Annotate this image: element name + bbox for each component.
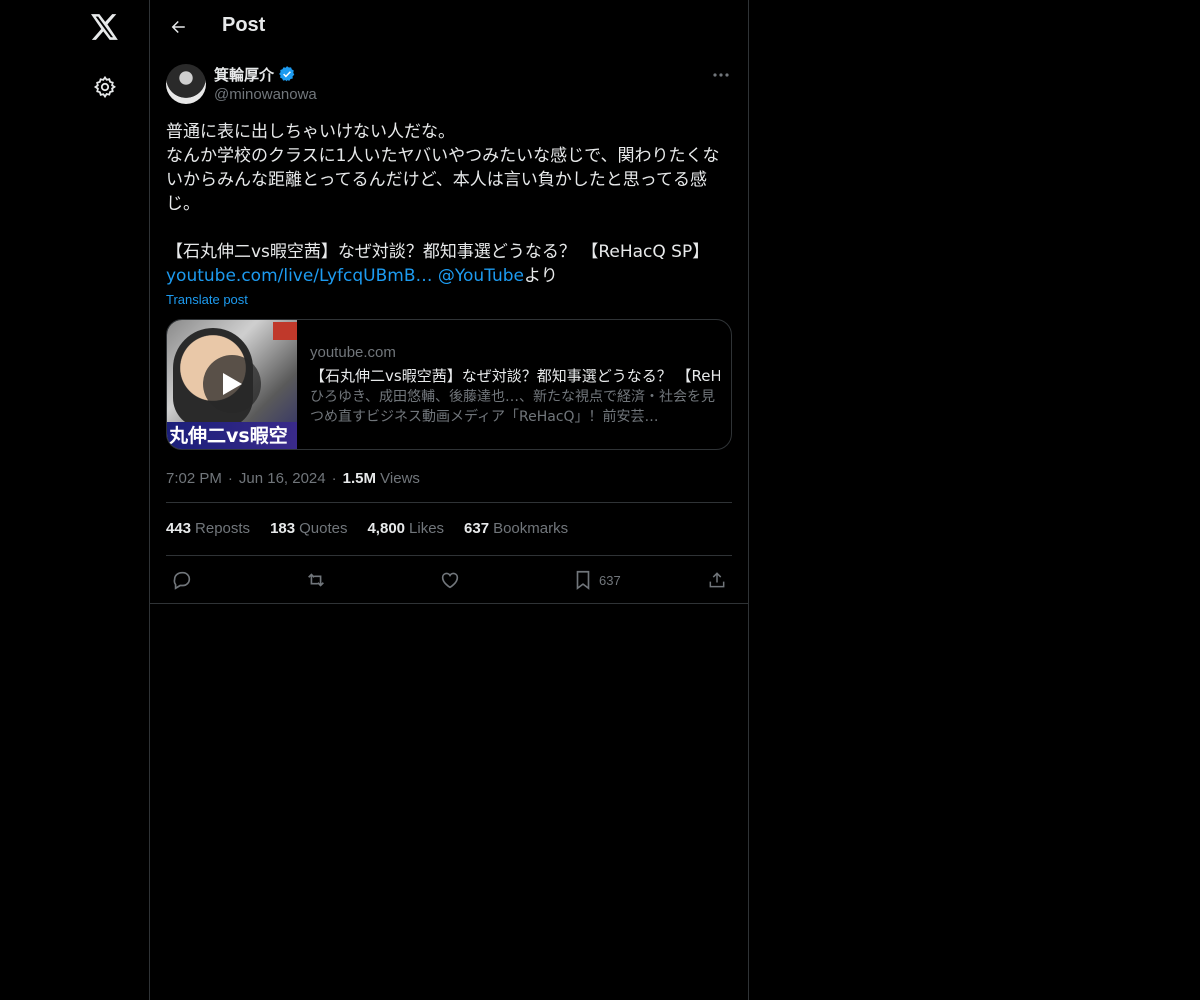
- main-column: Post 箕輪厚介 @minowanowa 普通に表に出しちゃいけない人だな。 …: [150, 0, 749, 1000]
- reposts-label: Reposts: [195, 520, 251, 537]
- card-domain: youtube.com: [310, 344, 396, 361]
- divider: [166, 555, 732, 556]
- post-header: Post: [150, 0, 748, 54]
- back-button[interactable]: [162, 11, 194, 43]
- post-time[interactable]: 7:02 PM: [166, 470, 222, 487]
- quotes-count: 183: [270, 520, 296, 537]
- thumbnail-tag: [273, 322, 297, 340]
- views-label: Views: [380, 469, 420, 487]
- like-button[interactable]: [439, 569, 461, 591]
- post-date[interactable]: Jun 16, 2024: [239, 470, 326, 487]
- card-description: ひろゆき、成田悠輔、後藤達也…、新たな視点で経済・社会を見つめ直すビジネス動画メ…: [310, 389, 716, 425]
- stat-likes[interactable]: 4,800 Likes: [367, 520, 444, 540]
- more-icon: [713, 73, 729, 77]
- repost-icon: [308, 573, 324, 587]
- share-button[interactable]: [707, 569, 727, 591]
- bookmark-button[interactable]: 637: [573, 569, 621, 591]
- author-display-name[interactable]: 箕輪厚介: [214, 64, 274, 85]
- reply-icon: [173, 571, 191, 590]
- author-block: 箕輪厚介 @minowanowa: [214, 64, 317, 103]
- card-thumbnail[interactable]: 丸伸二vs暇空: [167, 320, 297, 449]
- views-count: 1.5M: [342, 469, 376, 487]
- verified-badge-icon: [279, 66, 295, 82]
- meta-separator: ·: [331, 469, 337, 487]
- bookmark-icon: [576, 570, 590, 590]
- like-icon: [441, 572, 459, 589]
- post-text-line-2: なんか学校のクラスに1人いたヤバいやつみたいな感じで、関わりたくないからみんな距…: [166, 146, 720, 214]
- x-logo-icon[interactable]: [89, 11, 121, 43]
- likes-count: 4,800: [367, 520, 406, 537]
- card-text: youtube.com 【石丸伸二vs暇空茜】なぜ対談？都知事選どうなる？ 【R…: [310, 344, 720, 427]
- stat-quotes[interactable]: 183 Quotes: [270, 520, 347, 540]
- post-stats: 443 Reposts 183 Quotes 4,800 Likes 637 Bookm…: [166, 520, 568, 540]
- bookmark-action-count: 637: [599, 572, 621, 588]
- post-meta: 7:02 PM · Jun 16, 2024 · 1.5M Views: [166, 468, 420, 488]
- back-arrow-icon: [171, 21, 185, 33]
- reposts-count: 443: [166, 520, 192, 537]
- left-rail: [0, 0, 150, 1000]
- play-icon: [223, 373, 242, 395]
- quotes-label: Quotes: [299, 520, 348, 537]
- reply-button[interactable]: [171, 569, 193, 591]
- post-actions: 637: [166, 569, 732, 591]
- page-title: Post: [222, 14, 266, 36]
- youtube-link[interactable]: youtube.com/live/LyfcqUBmB…: [166, 266, 432, 286]
- author-handle[interactable]: @minowanowa: [214, 86, 317, 103]
- youtube-mention[interactable]: @YouTube: [438, 266, 524, 286]
- post-text-line-1: 普通に表に出しちゃいけない人だな。: [166, 122, 455, 142]
- meta-separator: ·: [227, 469, 233, 487]
- post-link-line: youtube.com/live/LyfcqUBmB… @YouTubeより: [166, 264, 726, 288]
- repost-button[interactable]: [304, 569, 328, 591]
- thumbnail-banner: 丸伸二vs暇空: [167, 422, 297, 449]
- stat-bookmarks[interactable]: 637 Bookmarks: [464, 520, 568, 540]
- link-card[interactable]: 丸伸二vs暇空 youtube.com 【石丸伸二vs暇空茜】なぜ対談？都知事選…: [166, 319, 732, 450]
- post-quote-title: 【石丸伸二vs暇空茜】なぜ対談？都知事選どうなる？ 【ReHacQ SP】: [166, 242, 710, 262]
- divider: [166, 502, 732, 503]
- link-suffix: より: [524, 266, 558, 286]
- post-bottom-border: [150, 603, 748, 604]
- translate-post-link[interactable]: Translate post: [166, 292, 248, 307]
- author-name[interactable]: 箕輪厚介: [214, 64, 296, 84]
- post-text: 普通に表に出しちゃいけない人だな。 なんか学校のクラスに1人いたヤバいやつみたい…: [166, 120, 726, 288]
- bookmarks-count: 637: [464, 520, 490, 537]
- likes-label: Likes: [409, 520, 445, 537]
- stat-reposts[interactable]: 443 Reposts: [166, 520, 250, 540]
- card-title: 【石丸伸二vs暇空茜】なぜ対談？都知事選どうなる？ 【ReHacQ SP】: [310, 367, 720, 385]
- play-button[interactable]: [203, 355, 261, 413]
- more-button[interactable]: [710, 64, 732, 86]
- share-icon: [709, 572, 725, 588]
- settings-gear-icon[interactable]: [89, 71, 121, 103]
- bookmarks-label: Bookmarks: [493, 520, 569, 537]
- avatar[interactable]: [166, 64, 206, 104]
- views[interactable]: 1.5M Views: [343, 470, 420, 487]
